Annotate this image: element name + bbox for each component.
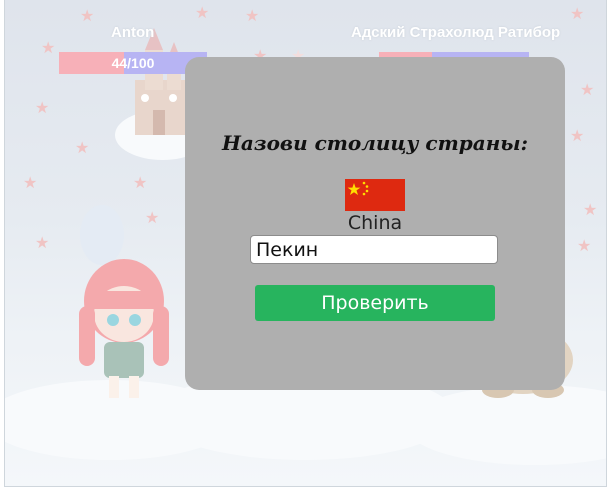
star-icon: ★ [23,173,38,192]
star-icon: ★ [75,138,90,157]
star-icon: ★ [41,38,56,57]
player-character [79,259,169,398]
question-title: Назови столицу страны: [221,131,529,155]
country-name: China [347,212,403,234]
star-icon: ★ [580,80,595,99]
question-dialog: Назови столицу страны: China Проверить [185,57,565,390]
check-button[interactable]: Проверить [255,285,495,321]
star-icon: ★ [570,126,585,145]
star-icon: ★ [195,3,210,22]
answer-input[interactable] [250,235,498,264]
star-icon: ★ [583,200,598,219]
star-icon: ★ [145,208,160,227]
star-icon: ★ [245,6,260,25]
star-icon: ★ [35,98,50,117]
star-icon: ★ [80,6,95,25]
star-icon: ★ [133,173,148,192]
star-icon: ★ [570,4,585,23]
player-name-right: Адский Страхолюд Ратибор [351,24,561,41]
china-flag-icon [345,179,405,211]
player-name-left: Anton [111,24,155,41]
star-icon: ★ [577,236,592,255]
star-icon: ★ [35,233,50,252]
